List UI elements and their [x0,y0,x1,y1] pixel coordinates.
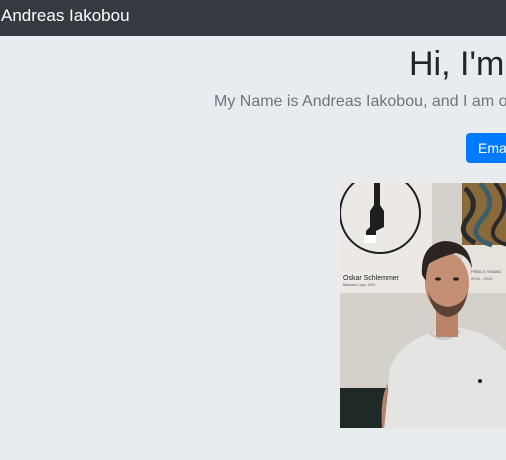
poster-right-small-text: 2016 - 2019 [471,276,493,281]
navbar-brand[interactable]: Andreas Iakobou [1,6,130,26]
email-button[interactable]: Email [466,133,506,163]
poster-small-text: Bauhaus Logo, 1922 [343,283,375,287]
top-navbar: Andreas Iakobou [0,0,506,36]
poster-name-text: Oskar Schlemmer [343,275,400,282]
hero-heading: Hi, I'm [409,45,505,83]
hero-lead: My Name is Andreas Iakobou, and I am on [214,93,506,110]
hero-jumbotron: Hi, I'm My Name is Andreas Iakobou, and … [0,36,506,460]
profile-photo: Oskar Schlemmer Bauhaus Logo, 1922 FRED … [340,183,506,428]
poster-right-text: FRED K YOUNG [471,269,501,274]
